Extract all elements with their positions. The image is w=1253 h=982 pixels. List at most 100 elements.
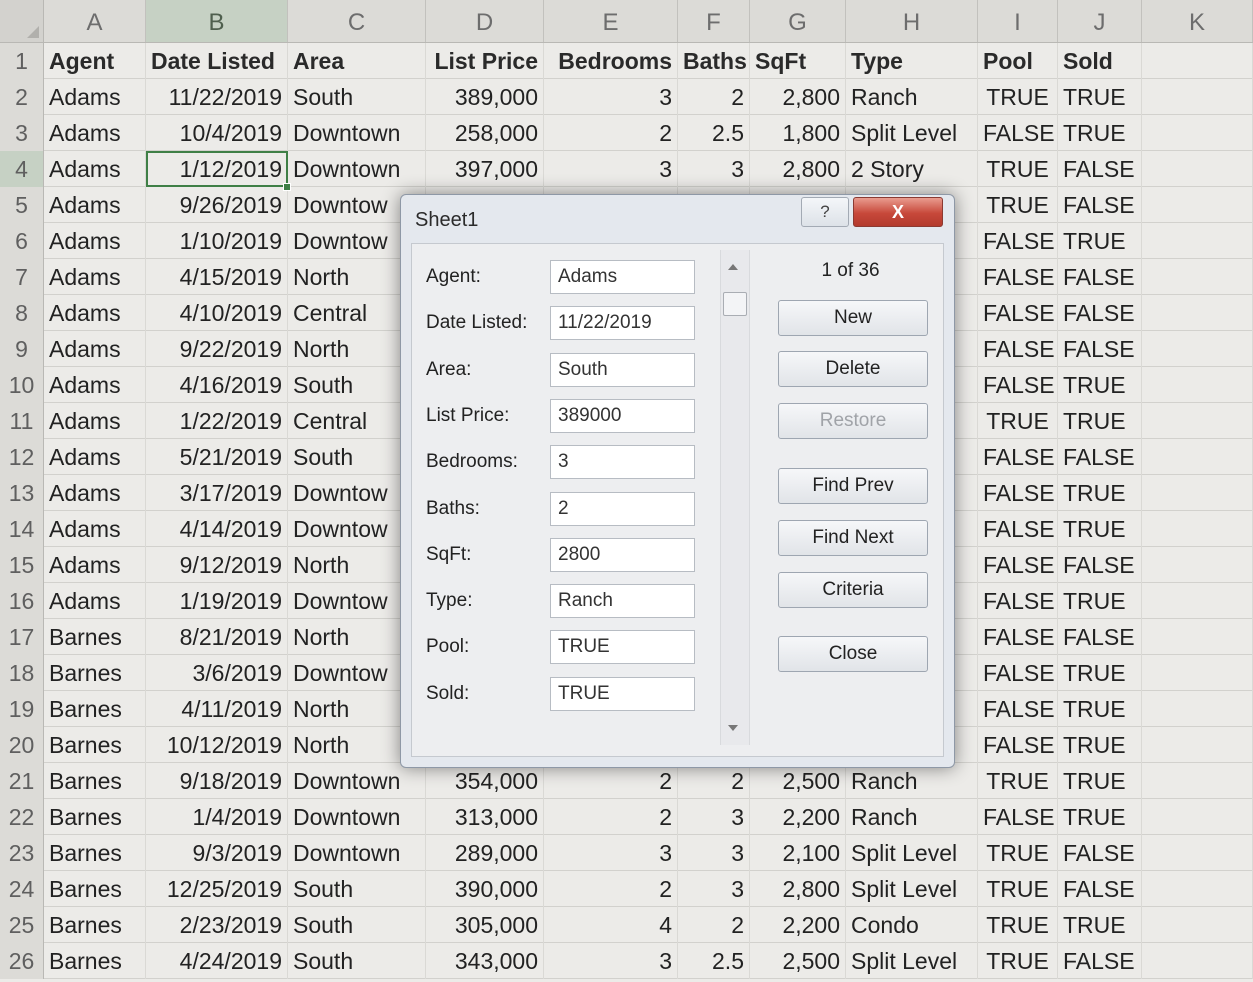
column-header-h[interactable]: H xyxy=(846,0,978,42)
cell-sold[interactable]: FALSE xyxy=(1058,187,1142,223)
cell-sold[interactable]: TRUE xyxy=(1058,511,1142,547)
cell-k[interactable] xyxy=(1142,259,1253,295)
row-header[interactable]: 26 xyxy=(0,943,44,979)
column-header-f[interactable]: F xyxy=(678,0,750,42)
cell-sqft[interactable]: 2,200 xyxy=(750,907,846,943)
cell-pool[interactable]: TRUE xyxy=(978,403,1058,439)
cell-k[interactable] xyxy=(1142,655,1253,691)
cell-pool[interactable]: FALSE xyxy=(978,511,1058,547)
cell-agent[interactable]: Barnes xyxy=(44,871,146,907)
cell-k[interactable] xyxy=(1142,511,1253,547)
cell-k[interactable] xyxy=(1142,79,1253,115)
row-header[interactable]: 4 xyxy=(0,151,44,187)
column-header-i[interactable]: I xyxy=(978,0,1058,42)
cell-agent[interactable]: Adams xyxy=(44,547,146,583)
cell-sold[interactable]: FALSE xyxy=(1058,331,1142,367)
header-cell-list-price[interactable]: List Price xyxy=(426,43,544,79)
row-header[interactable]: 16 xyxy=(0,583,44,619)
cell-sold[interactable]: TRUE xyxy=(1058,475,1142,511)
row-header[interactable]: 10 xyxy=(0,367,44,403)
row-header[interactable]: 1 xyxy=(0,43,44,79)
cell-k[interactable] xyxy=(1142,367,1253,403)
cell-sold[interactable]: FALSE xyxy=(1058,943,1142,979)
cell-sold[interactable]: FALSE xyxy=(1058,259,1142,295)
cell-list-price[interactable]: 313,000 xyxy=(426,799,544,835)
row-header[interactable]: 14 xyxy=(0,511,44,547)
scroll-thumb[interactable] xyxy=(723,292,747,316)
cell-sold[interactable]: TRUE xyxy=(1058,79,1142,115)
cell-agent[interactable]: Barnes xyxy=(44,907,146,943)
cell-agent[interactable]: Adams xyxy=(44,187,146,223)
column-header-g[interactable]: G xyxy=(750,0,846,42)
column-header-j[interactable]: J xyxy=(1058,0,1142,42)
cell-list-price[interactable]: 354,000 xyxy=(426,763,544,799)
cell-k[interactable] xyxy=(1142,871,1253,907)
cell-sold[interactable]: TRUE xyxy=(1058,403,1142,439)
cell-bedrooms[interactable]: 3 xyxy=(544,79,678,115)
header-cell-sqft[interactable]: SqFt xyxy=(750,43,846,79)
header-cell-date-listed[interactable]: Date Listed xyxy=(146,43,288,79)
close-button[interactable]: Close xyxy=(778,636,928,672)
scroll-down-arrow-icon[interactable] xyxy=(728,725,738,731)
cell-k[interactable] xyxy=(1142,691,1253,727)
cell-sold[interactable]: FALSE xyxy=(1058,295,1142,331)
cell-area[interactable]: South xyxy=(288,943,426,979)
cell-date-listed[interactable]: 3/17/2019 xyxy=(146,475,288,511)
select-all-corner[interactable] xyxy=(0,0,44,42)
cell-baths[interactable]: 3 xyxy=(678,799,750,835)
cell-sold[interactable]: TRUE xyxy=(1058,655,1142,691)
cell-type[interactable]: Ranch xyxy=(846,799,978,835)
cell-agent[interactable]: Barnes xyxy=(44,763,146,799)
cell-agent[interactable]: Adams xyxy=(44,331,146,367)
row-header[interactable]: 7 xyxy=(0,259,44,295)
cell-date-listed[interactable]: 9/22/2019 xyxy=(146,331,288,367)
cell-date-listed[interactable]: 1/19/2019 xyxy=(146,583,288,619)
cell-baths[interactable]: 2 xyxy=(678,79,750,115)
cell-type[interactable]: Split Level xyxy=(846,115,978,151)
cell-sqft[interactable]: 2,800 xyxy=(750,79,846,115)
row-header[interactable]: 23 xyxy=(0,835,44,871)
cell-pool[interactable]: TRUE xyxy=(978,151,1058,187)
row-header[interactable]: 2 xyxy=(0,79,44,115)
cell-agent[interactable]: Barnes xyxy=(44,619,146,655)
cell-pool[interactable]: TRUE xyxy=(978,835,1058,871)
cell-k[interactable] xyxy=(1142,583,1253,619)
cell-sqft[interactable]: 2,500 xyxy=(750,763,846,799)
cell-list-price[interactable]: 305,000 xyxy=(426,907,544,943)
cell-date-listed[interactable]: 4/24/2019 xyxy=(146,943,288,979)
cell-k[interactable] xyxy=(1142,151,1253,187)
cell-agent[interactable]: Adams xyxy=(44,511,146,547)
column-header-k[interactable]: K xyxy=(1142,0,1253,42)
row-header[interactable]: 18 xyxy=(0,655,44,691)
cell-bedrooms[interactable]: 3 xyxy=(544,835,678,871)
cell-agent[interactable]: Barnes xyxy=(44,691,146,727)
restore-button[interactable]: Restore xyxy=(778,403,928,439)
cell-sold[interactable]: TRUE xyxy=(1058,763,1142,799)
cell-pool[interactable]: FALSE xyxy=(978,367,1058,403)
cell-list-price[interactable]: 258,000 xyxy=(426,115,544,151)
cell-agent[interactable]: Barnes xyxy=(44,943,146,979)
cell-agent[interactable]: Barnes xyxy=(44,835,146,871)
field-input-list-price[interactable]: 389000 xyxy=(550,398,695,433)
header-cell-agent[interactable]: Agent xyxy=(44,43,146,79)
cell-agent[interactable]: Barnes xyxy=(44,799,146,835)
cell-area[interactable]: Downtown xyxy=(288,835,426,871)
delete-button[interactable]: Delete xyxy=(778,351,928,387)
header-cell-baths[interactable]: Baths xyxy=(678,43,750,79)
cell-bedrooms[interactable]: 4 xyxy=(544,907,678,943)
cell-pool[interactable]: FALSE xyxy=(978,655,1058,691)
cell-list-price[interactable]: 390,000 xyxy=(426,871,544,907)
cell-sold[interactable]: TRUE xyxy=(1058,799,1142,835)
cell-list-price[interactable]: 343,000 xyxy=(426,943,544,979)
cell-sold[interactable]: FALSE xyxy=(1058,151,1142,187)
cell-list-price[interactable]: 397,000 xyxy=(426,151,544,187)
help-icon[interactable]: ? xyxy=(801,197,849,227)
cell-date-listed[interactable]: 2/23/2019 xyxy=(146,907,288,943)
cell-agent[interactable]: Adams xyxy=(44,259,146,295)
find-prev-button[interactable]: Find Prev xyxy=(778,468,928,504)
cell-pool[interactable]: TRUE xyxy=(978,79,1058,115)
cell-agent[interactable]: Adams xyxy=(44,151,146,187)
cell-sold[interactable]: TRUE xyxy=(1058,583,1142,619)
cell-k[interactable] xyxy=(1142,763,1253,799)
cell-agent[interactable]: Adams xyxy=(44,403,146,439)
